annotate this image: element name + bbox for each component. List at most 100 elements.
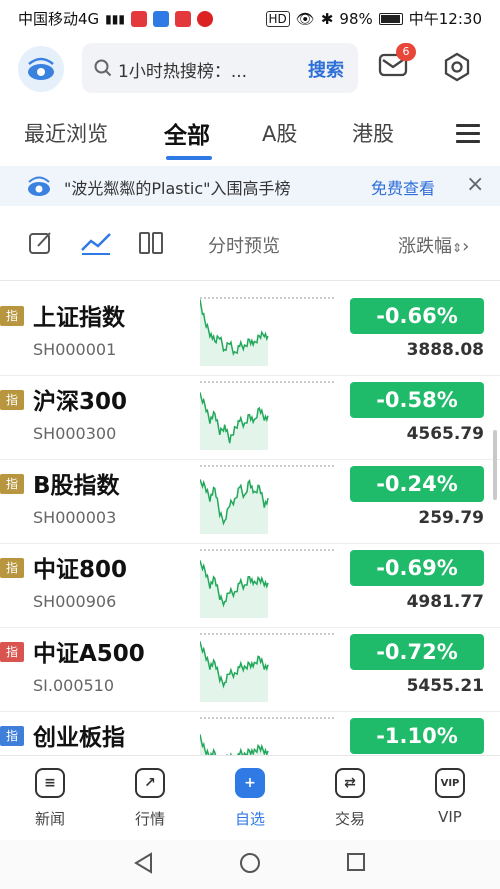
- intraday-preview-label: 分时预览: [208, 236, 280, 257]
- home-icon[interactable]: [239, 852, 261, 874]
- market-icon: ↗: [135, 768, 165, 798]
- index-tag: 指: [0, 726, 24, 746]
- change-badge[interactable]: -0.69%: [350, 550, 484, 586]
- close-icon[interactable]: ×: [466, 172, 484, 197]
- stock-price: 4565.79: [406, 424, 484, 444]
- vip-icon: VIP: [435, 768, 465, 798]
- change-badge[interactable]: -0.66%: [350, 298, 484, 334]
- stock-name: 创业板指: [33, 725, 125, 751]
- stock-name: 中证A500: [33, 641, 145, 667]
- back-icon[interactable]: [133, 852, 153, 874]
- tab-recent[interactable]: 最近浏览: [24, 118, 108, 148]
- banner-cta-link[interactable]: 免费查看: [371, 175, 435, 199]
- nav-vip[interactable]: VIP VIP: [410, 768, 490, 826]
- bluetooth-icon: ✱: [320, 9, 334, 28]
- settings-button[interactable]: [442, 52, 472, 82]
- trade-icon: ⇄: [335, 768, 365, 798]
- list-item[interactable]: 指 B股指数 SH000003 -0.24% 259.79: [0, 460, 500, 544]
- app-notification-icon: [152, 10, 169, 27]
- sort-arrows-icon: ⇕: [452, 241, 463, 255]
- edit-icon[interactable]: [28, 230, 54, 256]
- nav-watchlist[interactable]: + 自选: [210, 768, 290, 829]
- index-tag: 指: [0, 642, 24, 662]
- columns-icon[interactable]: [138, 230, 164, 256]
- chevron-right-icon: ›: [462, 236, 470, 257]
- intraday-sparkline: [200, 549, 334, 618]
- system-nav-bar: [0, 840, 500, 889]
- search-icon: [94, 59, 112, 77]
- change-badge[interactable]: -0.72%: [350, 634, 484, 670]
- stock-code: SH000300: [33, 424, 117, 443]
- index-tag: 指: [0, 558, 24, 578]
- nav-label: 新闻: [34, 810, 65, 828]
- app-notification-icon: [174, 10, 191, 27]
- stock-price: 3888.08: [406, 340, 484, 360]
- change-badge[interactable]: -0.24%: [350, 466, 484, 502]
- stock-price: 5455.21: [406, 676, 484, 696]
- stock-code: SH000003: [33, 508, 117, 527]
- stock-code: SI.000510: [33, 676, 115, 695]
- change-badge[interactable]: -0.58%: [350, 382, 484, 418]
- banner-text: "波光粼粼的Plastic"入围高手榜: [64, 179, 291, 198]
- battery-label: 98%: [339, 9, 373, 28]
- nav-label: 行情: [134, 810, 165, 828]
- news-icon: ≡: [35, 768, 65, 798]
- tab-a-shares[interactable]: A股: [262, 118, 297, 148]
- sparkline-area: [200, 299, 268, 366]
- tab-hk-shares[interactable]: 港股: [352, 118, 394, 148]
- app-notification-icon: [196, 10, 213, 27]
- stock-name: 沪深300: [33, 389, 128, 415]
- category-tabs: 最近浏览 全部 A股 港股: [0, 112, 500, 162]
- bottom-nav: ≡ 新闻 ↗ 行情 + 自选 ⇄ 交易 VIP VIP: [0, 755, 500, 838]
- stock-price: 4981.77: [406, 592, 484, 612]
- index-tag: 指: [0, 390, 24, 410]
- intraday-sparkline: [200, 465, 334, 534]
- stock-name: B股指数: [33, 473, 120, 499]
- stock-code: SH000906: [33, 592, 117, 611]
- list-toolbar: 分时预览 涨跌幅⇕›: [0, 218, 500, 270]
- time-label: 中午12:30: [408, 10, 482, 28]
- tab-all[interactable]: 全部: [164, 116, 210, 150]
- battery-icon: [378, 12, 403, 25]
- recents-icon[interactable]: [346, 852, 366, 872]
- scrollbar[interactable]: [493, 430, 497, 500]
- menu-icon[interactable]: [456, 124, 480, 144]
- index-tag: 指: [0, 306, 24, 326]
- sparkline-area: [200, 641, 268, 702]
- sort-change-button[interactable]: 涨跌幅⇕›: [398, 232, 469, 258]
- app-logo-icon[interactable]: [18, 46, 64, 92]
- list-item[interactable]: 指沪深300 SH000300 -0.58% 4565.79: [0, 376, 500, 460]
- nav-market[interactable]: ↗ 行情: [110, 768, 190, 829]
- sort-label: 涨跌幅: [398, 236, 452, 257]
- search-button[interactable]: 搜索: [308, 56, 344, 82]
- nav-label: VIP: [438, 808, 462, 826]
- gear-icon: [444, 52, 470, 82]
- line-chart-icon[interactable]: [80, 230, 112, 256]
- stock-name: 上证指数: [33, 305, 125, 331]
- nav-label: 交易: [334, 810, 365, 828]
- list-item[interactable]: 指上证指数 SH000001 -0.66% 3888.08: [0, 292, 500, 376]
- eye-icon: 👁: [295, 9, 315, 28]
- promo-banner[interactable]: "波光粼粼的Plastic"入围高手榜 免费查看 ×: [0, 166, 500, 206]
- search-placeholder: 1小时热搜榜：...: [118, 62, 248, 82]
- mail-button[interactable]: 6: [378, 43, 416, 82]
- status-bar: 中国移动4G ▮▮▮ HD 👁 ✱ 98% 中午12:30: [0, 0, 500, 36]
- mail-badge: 6: [396, 43, 416, 61]
- search-bar[interactable]: 1小时热搜榜：... 搜索: [82, 43, 358, 93]
- nav-trade[interactable]: ⇄ 交易: [310, 768, 390, 829]
- carrier-label: 中国移动4G: [18, 10, 100, 28]
- stock-name: 中证800: [33, 557, 128, 583]
- intraday-sparkline: [200, 633, 334, 702]
- watchlist-icon: +: [235, 768, 265, 798]
- list-item[interactable]: 指中证A500 SI.000510 -0.72% 5455.21: [0, 628, 500, 712]
- change-badge[interactable]: -1.10%: [350, 718, 484, 754]
- nfc-icon: HD: [265, 10, 290, 27]
- signal-icon: ▮▮▮: [105, 11, 125, 26]
- intraday-sparkline: [200, 381, 334, 450]
- app-notification-icon: [130, 10, 147, 27]
- nav-label: 自选: [234, 810, 265, 828]
- list-item[interactable]: 指中证800 SH000906 -0.69% 4981.77: [0, 544, 500, 628]
- active-tab-indicator: [166, 156, 212, 160]
- nav-news[interactable]: ≡ 新闻: [10, 768, 90, 829]
- sparkline-area: [200, 560, 268, 618]
